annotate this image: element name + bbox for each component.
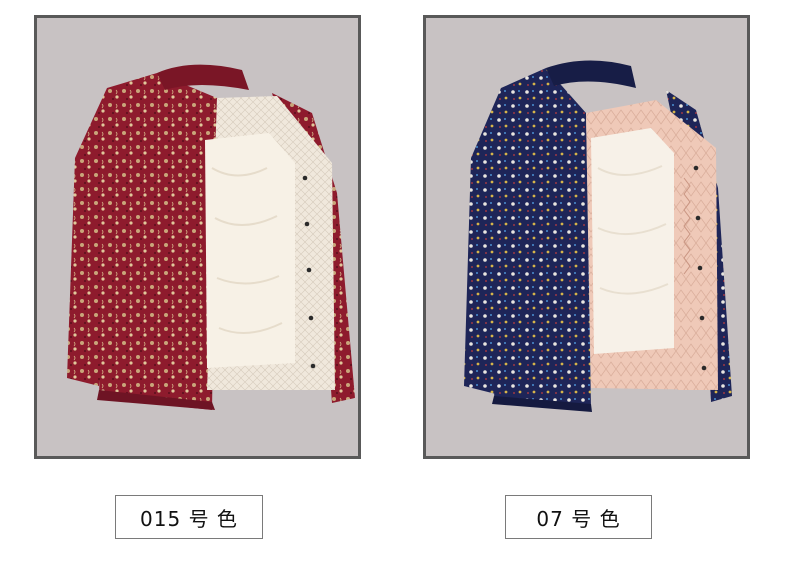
- color-label-07-text: 07 号 色: [536, 506, 621, 531]
- color-label-07: 07 号 色: [505, 495, 652, 539]
- jacket-07-illustration: [464, 60, 732, 412]
- jacket-015-illustration: [67, 64, 355, 410]
- product-image-015[interactable]: [34, 15, 361, 459]
- product-image-07[interactable]: [423, 15, 750, 459]
- color-label-015-text: 015 号 色: [140, 506, 238, 531]
- color-label-015: 015 号 色: [115, 495, 263, 539]
